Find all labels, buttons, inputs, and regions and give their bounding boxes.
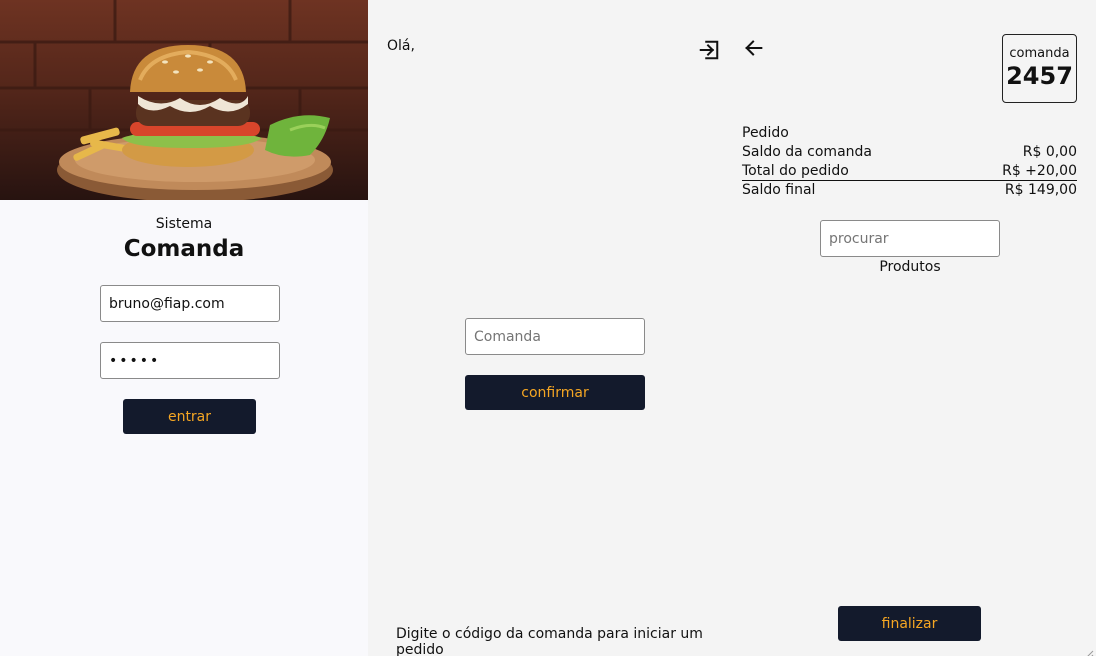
app-title: Comanda <box>123 236 245 262</box>
logout-icon[interactable] <box>698 39 720 61</box>
login-button[interactable]: entrar <box>123 399 256 434</box>
comanda-hint: Digite o código da comanda para iniciar … <box>396 626 703 656</box>
confirm-button[interactable]: confirmar <box>465 375 645 410</box>
comanda-badge-label: comanda <box>1009 46 1070 61</box>
arrow-left-icon[interactable] <box>743 37 765 59</box>
finish-button[interactable]: finalizar <box>838 606 981 641</box>
summary-value: R$ 149,00 <box>1004 182 1077 198</box>
comanda-badge: comanda 2457 <box>1002 34 1077 103</box>
summary-value: R$ +20,00 <box>1002 163 1077 179</box>
summary-title: Pedido <box>742 125 789 141</box>
comanda-panel: Olá, confirmar Digite o código da comand… <box>368 0 736 656</box>
email-field[interactable] <box>100 285 280 322</box>
burger-hero-image <box>0 0 368 200</box>
system-label: Sistema <box>155 216 213 232</box>
summary-label: Saldo final <box>742 182 816 198</box>
password-field[interactable] <box>100 342 280 379</box>
summary-label: Total do pedido <box>742 163 849 179</box>
resize-grip-icon[interactable] <box>1084 644 1094 656</box>
summary-label: Saldo da comanda <box>742 144 872 160</box>
summary-value: R$ 0,00 <box>1022 144 1077 160</box>
comanda-input[interactable] <box>465 318 645 355</box>
summary-row-saldo-comanda: Saldo da comanda R$ 0,00 <box>742 143 1077 162</box>
summary-row-total-pedido: Total do pedido R$ +20,00 <box>742 162 1077 181</box>
summary-row-saldo-final: Saldo final R$ 149,00 <box>742 181 1077 200</box>
greeting: Olá, <box>387 38 415 54</box>
comanda-number: 2457 <box>1006 62 1073 90</box>
order-panel: comanda 2457 Pedido Saldo da comanda R$ … <box>736 0 1096 656</box>
search-input[interactable] <box>820 220 1000 257</box>
order-summary: Pedido Saldo da comanda R$ 0,00 Total do… <box>742 124 1077 200</box>
login-panel: Sistema Comanda entrar <box>0 0 368 656</box>
burger-photo <box>0 0 368 200</box>
products-label: Produtos <box>879 259 941 275</box>
